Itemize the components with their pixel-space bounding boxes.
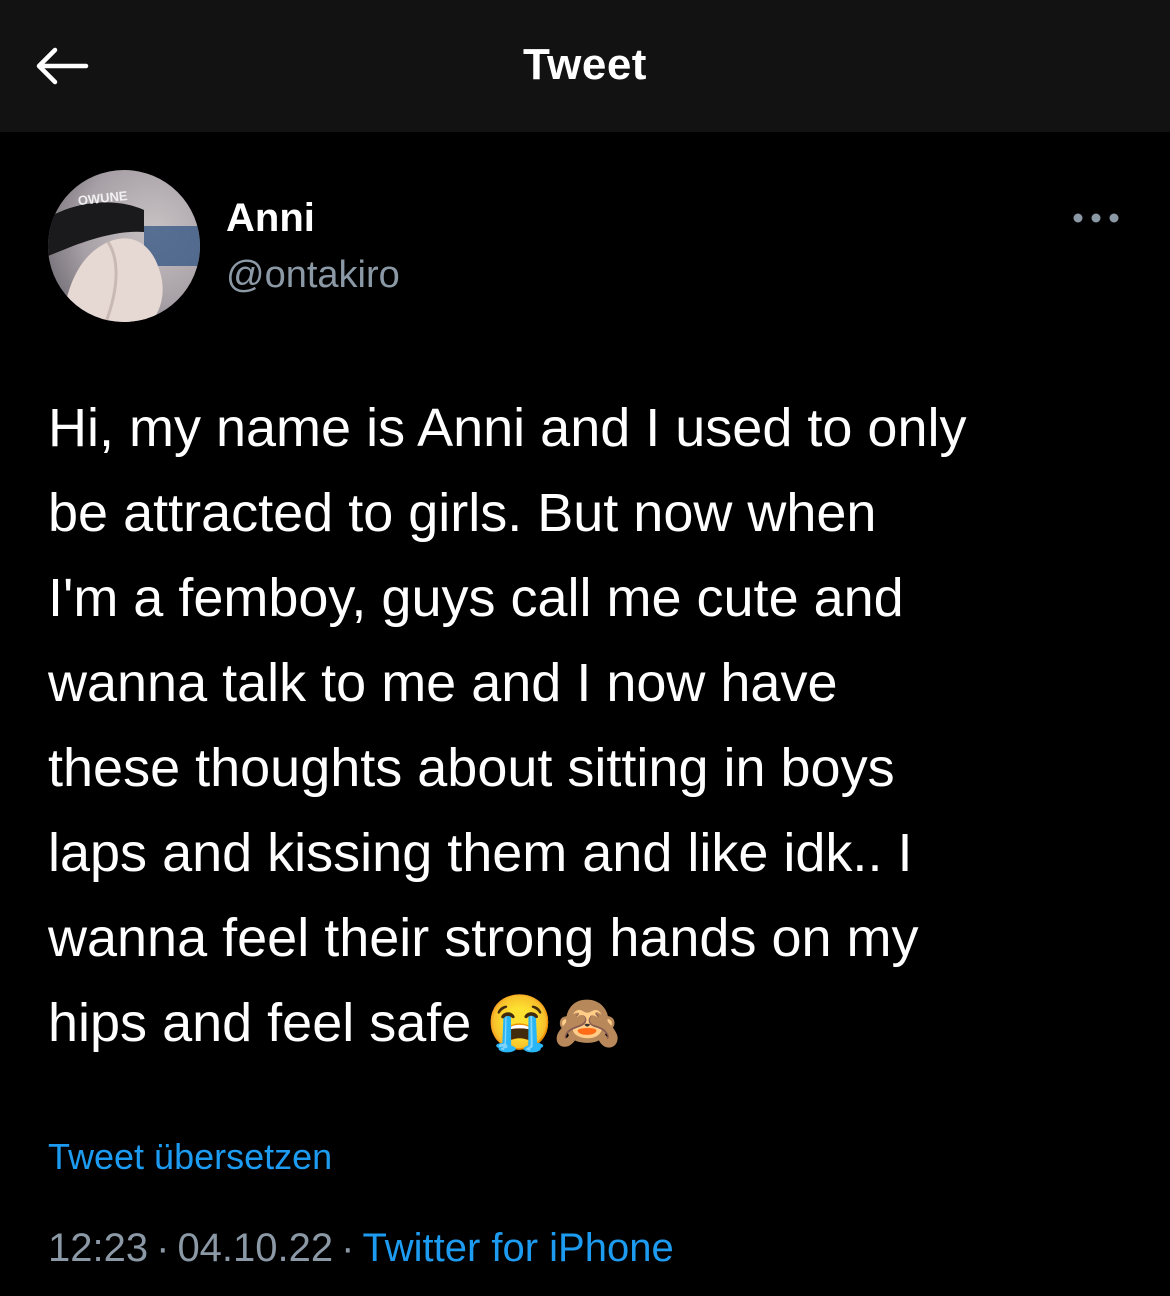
- avatar-image: OWUNE: [48, 170, 200, 322]
- avatar[interactable]: OWUNE: [48, 170, 200, 322]
- tweet-source-link[interactable]: Twitter for iPhone: [362, 1226, 673, 1270]
- author-handle: @ontakiro: [226, 254, 400, 296]
- tweet-text: Hi, my name is Anni and I used to only b…: [48, 398, 967, 1053]
- translate-tweet-link[interactable]: Tweet übersetzen: [48, 1136, 332, 1178]
- more-options-button[interactable]: [1068, 200, 1124, 236]
- page-title: Tweet: [523, 40, 647, 89]
- meta-separator: ·: [156, 1226, 170, 1270]
- tweet-time: 12:23: [48, 1226, 149, 1270]
- top-navigation-bar: Tweet: [0, 0, 1170, 132]
- author-display-name[interactable]: Anni: [226, 196, 315, 241]
- more-horizontal-icon: [1073, 213, 1119, 223]
- tweet-metadata: 12:23 · 04.10.22 · Twitter for iPhone: [48, 1226, 674, 1271]
- meta-separator: ·: [341, 1226, 355, 1270]
- tweet-date: 04.10.22: [177, 1226, 334, 1270]
